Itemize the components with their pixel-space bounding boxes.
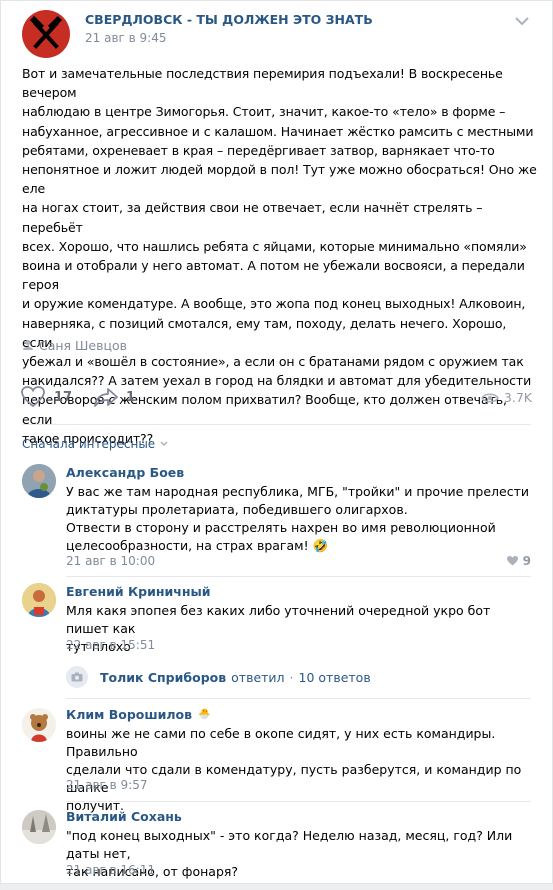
reply-count: 10 ответов <box>298 669 371 685</box>
share-arrow-icon <box>94 388 118 407</box>
comment-date[interactable]: 21 авг в 16:11 <box>66 863 155 877</box>
post-divider <box>22 424 531 425</box>
comment-date[interactable]: 21 авг в 10:00 <box>66 554 155 568</box>
like-button[interactable]: 17 <box>20 385 72 409</box>
comment-avatar[interactable] <box>22 810 56 844</box>
comment-like-button[interactable]: 9 <box>506 554 531 568</box>
group-name[interactable]: СВЕРДЛОВСК - ТЫ ДОЛЖЕН ЭТО ЗНАТЬ <box>85 12 373 27</box>
chevron-down-icon <box>160 441 168 447</box>
share-button[interactable]: 1 <box>93 385 135 409</box>
avatar-image <box>22 810 56 844</box>
comment-divider <box>66 576 531 577</box>
comments-sort-label: Сначала интересные <box>22 437 156 451</box>
comment-date[interactable]: 22 авг в 15:51 <box>66 638 155 652</box>
comment-author[interactable]: Виталий Сохань <box>66 809 182 824</box>
replies-thread-link[interactable]: Толик Сприборов ответил · 10 ответов <box>66 666 371 688</box>
views-counter: 3.7K <box>480 390 532 405</box>
camera-icon <box>71 672 83 682</box>
reply-action: ответил <box>231 669 285 685</box>
comment-author-row: Клим Ворошилов 🐣 <box>66 707 211 722</box>
post-date[interactable]: 21 авг в 9:45 <box>85 31 166 45</box>
user-icon <box>23 340 33 350</box>
eye-icon <box>480 392 499 403</box>
author-badge: 🐣 <box>198 709 211 720</box>
comment-author[interactable]: Евгений Криничный <box>66 584 211 599</box>
chevron-down-icon <box>515 17 529 26</box>
reply-author: Толик Сприборов <box>100 669 227 685</box>
comment-divider <box>66 801 531 802</box>
avatar-image <box>22 708 56 742</box>
post-card: СВЕРДЛОВСК - ТЫ ДОЛЖЕН ЭТО ЗНАТЬ 21 авг … <box>0 0 553 884</box>
like-count: 17 <box>54 389 73 405</box>
comment-avatar[interactable] <box>22 583 56 617</box>
reply-avatar <box>66 666 88 688</box>
heart-icon <box>21 386 45 408</box>
post-menu-button[interactable] <box>513 13 531 27</box>
share-count: 1 <box>126 389 136 405</box>
group-logo-hammers-icon <box>29 15 63 49</box>
avatar-image <box>22 583 56 617</box>
comment-author[interactable]: Клим Ворошилов <box>66 707 192 722</box>
comments-sort-dropdown[interactable]: Сначала интересные <box>22 437 169 451</box>
comment-avatar[interactable] <box>22 464 56 498</box>
comment-divider <box>66 698 531 699</box>
comment-date[interactable]: 21 авг в 9:57 <box>66 778 147 792</box>
views-count: 3.7K <box>503 390 532 405</box>
reply-separator: · <box>289 669 294 685</box>
signer-name: Саня Шевцов <box>39 337 128 353</box>
group-avatar[interactable] <box>22 10 70 58</box>
heart-icon <box>506 556 518 566</box>
comment-avatar[interactable] <box>22 708 56 742</box>
comment-text: У вас же там народная республика, МГБ, "… <box>66 484 530 553</box>
comment-like-count: 9 <box>522 554 531 568</box>
post-signer[interactable]: Саня Шевцов <box>22 337 127 353</box>
avatar-image <box>22 464 56 498</box>
comment-author[interactable]: Александр Боев <box>66 465 184 480</box>
